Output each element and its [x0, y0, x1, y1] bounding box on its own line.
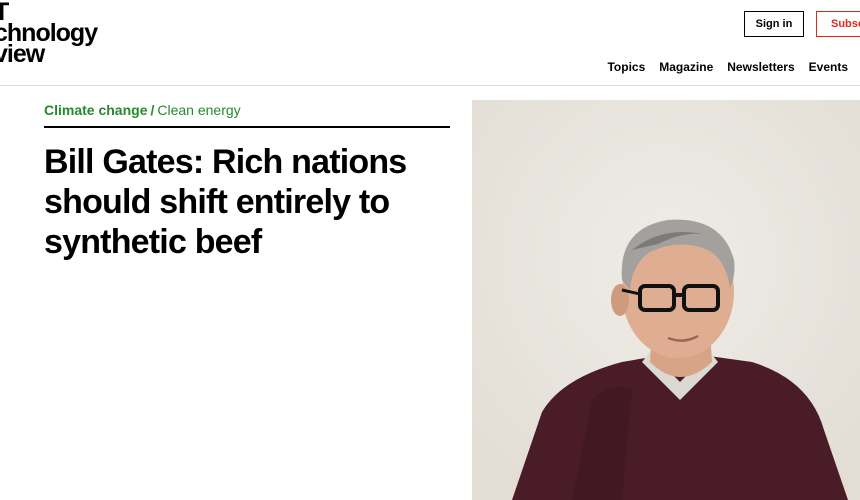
- nav-item-newsletters[interactable]: Newsletters: [727, 60, 794, 74]
- subscribe-button[interactable]: Subsc: [816, 11, 860, 37]
- breadcrumb-divider: [44, 126, 450, 128]
- header-divider: [0, 85, 860, 86]
- logo-line-3: view: [0, 40, 45, 68]
- breadcrumb: Climate change / Clean energy: [44, 102, 241, 118]
- nav-item-events[interactable]: Events: [809, 60, 848, 74]
- breadcrumb-separator: /: [150, 102, 155, 118]
- breadcrumb-category-link[interactable]: Climate change: [44, 102, 147, 118]
- hero-photo: [472, 100, 860, 500]
- sign-in-button[interactable]: Sign in: [744, 11, 804, 37]
- logo-icon[interactable]: T chnology view: [0, 0, 98, 68]
- nav-item-magazine[interactable]: Magazine: [659, 60, 713, 74]
- nav-item-topics[interactable]: Topics: [607, 60, 645, 74]
- main-nav: Topics Magazine Newsletters Events: [607, 60, 848, 74]
- article-headline: Bill Gates: Rich nations should shift en…: [44, 143, 407, 261]
- breadcrumb-subcategory-link[interactable]: Clean energy: [157, 102, 240, 118]
- portrait-illustration: [472, 100, 860, 500]
